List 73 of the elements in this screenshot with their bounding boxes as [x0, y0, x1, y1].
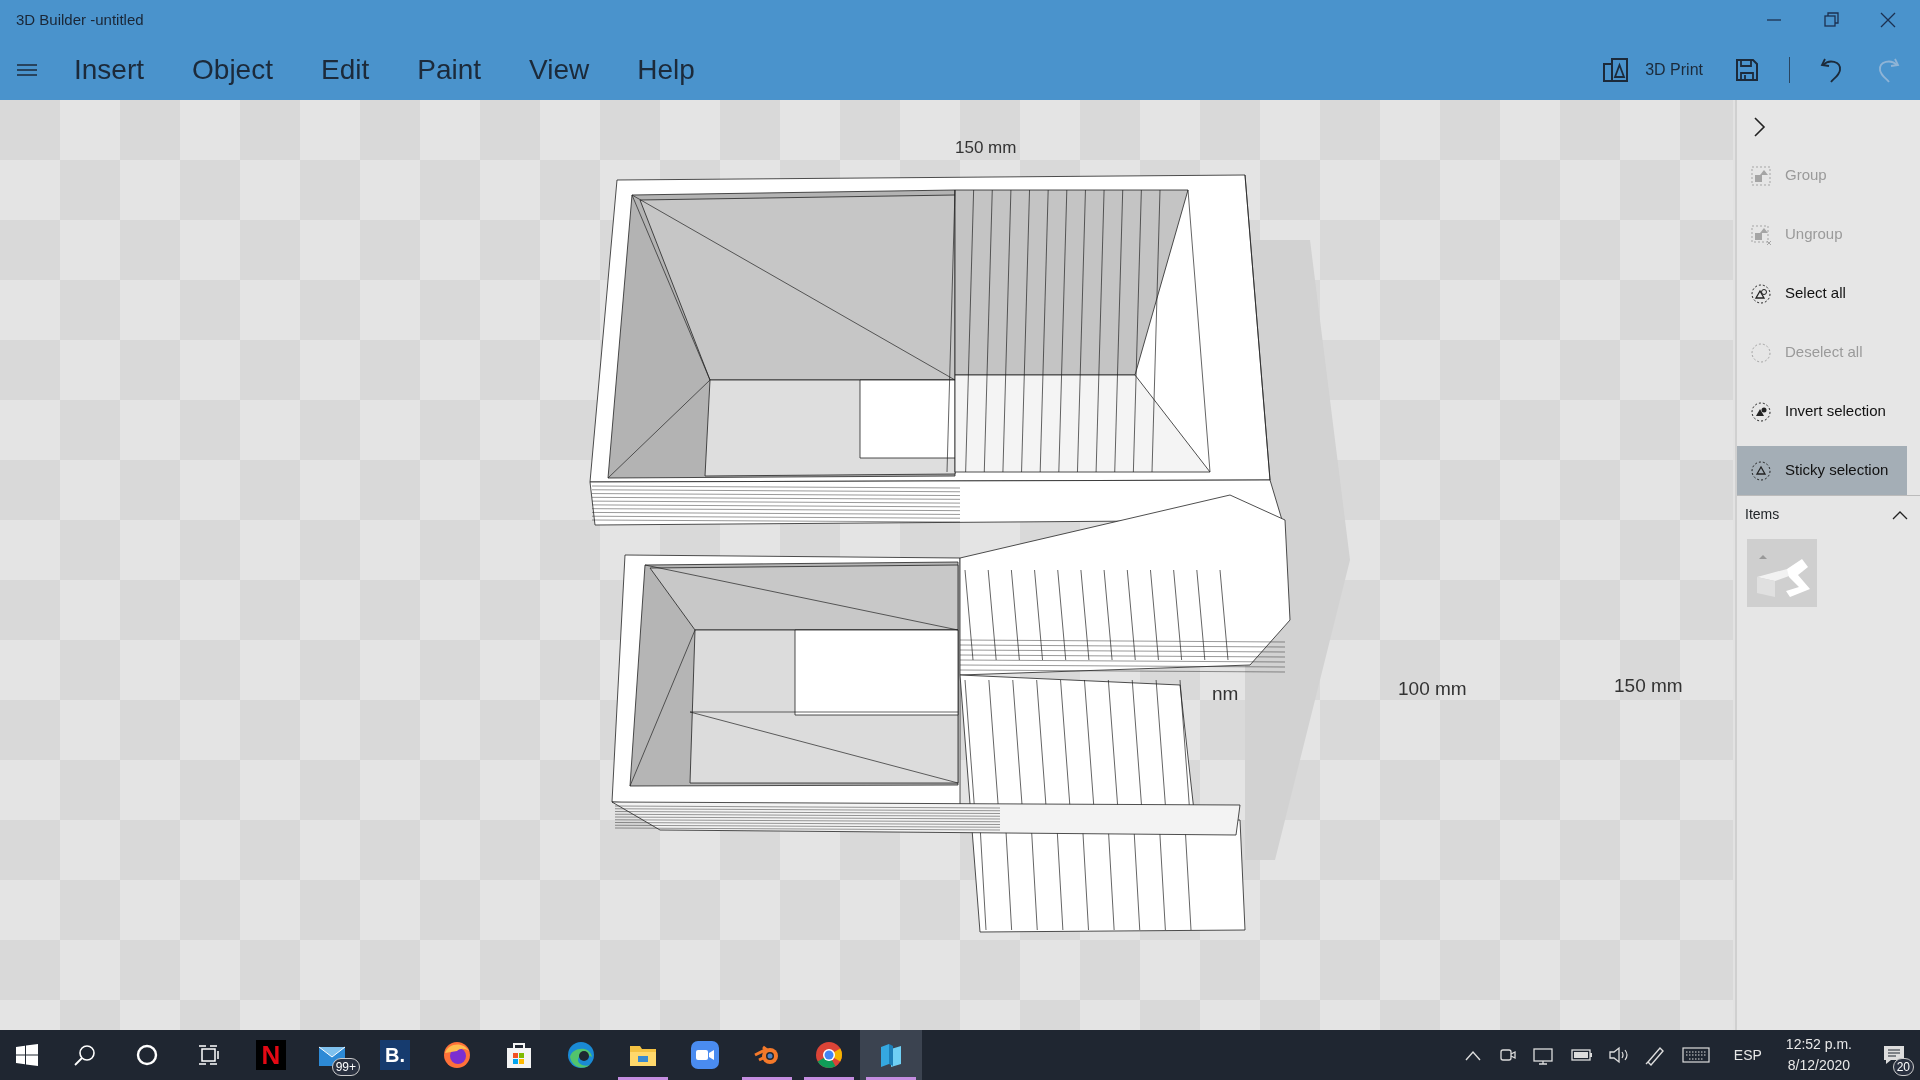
speaker-icon	[1607, 1045, 1628, 1065]
tray-button[interactable]	[1531, 1045, 1554, 1065]
chevron-up-icon	[1892, 509, 1908, 520]
running-indicator	[866, 1077, 916, 1080]
taskbar-button[interactable]: N	[240, 1030, 302, 1080]
running-indicator	[742, 1077, 792, 1080]
tray-button[interactable]	[1607, 1045, 1628, 1065]
chevron-right-icon	[1753, 116, 1767, 138]
booking-logo: B.	[380, 1040, 410, 1070]
dashed-circle-icon	[1751, 342, 1771, 363]
menu-item[interactable]: Help	[617, 49, 715, 91]
minimize-icon	[1766, 19, 1781, 21]
redo-icon	[1876, 57, 1900, 83]
panel-action[interactable]: Invert selection	[1737, 387, 1907, 436]
menu-icon	[16, 62, 38, 78]
panel-action[interactable]: Select all	[1737, 269, 1907, 318]
windows-logo-icon	[16, 1044, 38, 1066]
clock-date: 8/12/2020	[1787, 1056, 1851, 1075]
restore-icon	[1821, 11, 1840, 29]
folder-icon	[629, 1043, 657, 1067]
dashed-square-icon	[1751, 165, 1771, 186]
chrome-logo-icon	[815, 1041, 843, 1069]
wave-globe-icon	[567, 1041, 595, 1069]
menu-item[interactable]: Edit	[300, 49, 390, 91]
tray-button[interactable]	[1681, 1045, 1710, 1065]
taskbar-button[interactable]: 99+	[302, 1030, 364, 1080]
video-camera-icon	[691, 1041, 719, 1069]
save-icon	[1735, 58, 1759, 82]
monitor-icon	[1531, 1045, 1554, 1065]
notification-button[interactable]: 20	[1868, 1030, 1920, 1080]
running-indicator	[804, 1077, 854, 1080]
menu-item[interactable]: View	[509, 49, 610, 91]
dashed-circle-icon	[1751, 460, 1771, 481]
running-indicator	[618, 1077, 668, 1080]
ruler-label: 150 mm	[1614, 674, 1683, 698]
clock-time: 12:52 p.m.	[1785, 1035, 1852, 1054]
items-collapse-button[interactable]	[1892, 509, 1908, 520]
camera-icon	[1497, 1046, 1516, 1064]
dashed-circle-icon	[1751, 283, 1771, 304]
menu-item[interactable]: Object	[172, 49, 293, 91]
chevron-up-icon	[1463, 1048, 1482, 1062]
netflix-logo: N	[256, 1040, 286, 1070]
shopping-bag-icon	[506, 1041, 532, 1069]
window-title: 3D Builder -untitled	[16, 9, 144, 30]
stair-model-drawing[interactable]	[589, 174, 1350, 933]
pen-icon	[1643, 1044, 1666, 1066]
dashed-square-icon	[1751, 224, 1771, 245]
dashed-circle-icon	[1751, 401, 1771, 422]
taskbar-button[interactable]: B.	[364, 1030, 426, 1080]
print-button[interactable]: 3D Print	[1599, 53, 1707, 87]
close-icon	[1878, 11, 1897, 29]
items-heading: Items	[1745, 505, 1780, 524]
count-badge: 99+	[331, 1058, 360, 1076]
panel-action[interactable]: Sticky selection	[1737, 446, 1907, 495]
tray-button[interactable]	[1463, 1048, 1482, 1062]
ruler-label: 150 mm	[955, 137, 1017, 159]
ruler-label: nm	[1212, 682, 1239, 706]
blender-logo-icon	[753, 1043, 781, 1067]
model-thumbnail[interactable]	[1747, 539, 1817, 607]
keyboard-icon	[1681, 1045, 1710, 1065]
language-indicator[interactable]: ESP	[1733, 1044, 1762, 1066]
tray-button[interactable]	[1643, 1044, 1666, 1066]
menu-item[interactable]: Paint	[397, 49, 502, 91]
task-view-icon	[198, 1045, 220, 1065]
count-badge: 20	[1892, 1058, 1914, 1076]
menu-item[interactable]: Insert	[54, 49, 165, 91]
printer-icon	[1603, 57, 1630, 83]
circle-icon	[136, 1044, 158, 1066]
menu-button[interactable]	[16, 62, 38, 78]
tray-button[interactable]	[1497, 1046, 1516, 1064]
search-icon	[74, 1044, 96, 1066]
undo-icon	[1820, 57, 1844, 83]
ruler-label: 100 mm	[1398, 677, 1467, 701]
